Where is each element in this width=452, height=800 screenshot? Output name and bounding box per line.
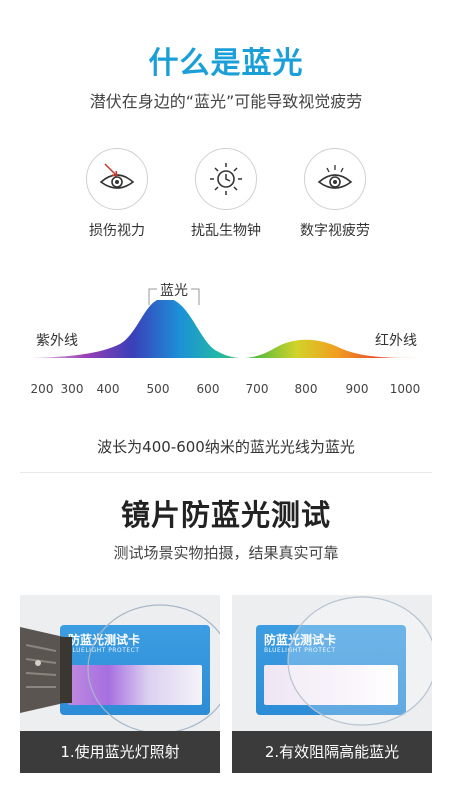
wavelength-axis: 200 300 400 500 600 700 800 900 1000	[0, 382, 452, 398]
lens-outline	[287, 596, 432, 726]
tick-label: 500	[146, 382, 170, 396]
tick-label: 1000	[389, 382, 421, 396]
test-photo-2: 防蓝光测试卡 BLUELIGHT PROTECT 2.有效阻隔高能蓝光	[232, 595, 432, 773]
tick-label: 900	[345, 382, 369, 396]
icon-item-digital-fatigue: 数字视疲劳	[275, 148, 395, 240]
eye-arrow-icon	[86, 148, 148, 210]
section-divider	[20, 472, 432, 473]
caption-2: 2.有效阻隔高能蓝光	[232, 731, 432, 773]
icon-item-vision-damage: 损伤视力	[57, 148, 177, 240]
sun-clock-icon	[195, 148, 257, 210]
test-photo-1: 防蓝光测试卡 BLUELIGHT PROTECT 1.使用蓝光灯照射	[20, 595, 220, 773]
icon-label: 扰乱生物钟	[191, 223, 261, 239]
digital-eye-icon	[304, 148, 366, 210]
tick-label: 600	[196, 382, 220, 396]
section-subtitle: 测试场景实物拍摄，结果真实可靠	[113, 544, 339, 562]
flashlight-icon	[20, 627, 72, 713]
tick-label: 400	[96, 382, 120, 396]
section-subtitle: 潜伏在身边的“蓝光”可能导致视觉疲劳	[89, 92, 363, 111]
ir-label: 红外线	[375, 333, 417, 349]
tick-label: 300	[60, 382, 84, 396]
lens-outline	[87, 604, 220, 734]
tick-label: 800	[294, 382, 318, 396]
peak-label: 蓝光	[157, 280, 191, 300]
uv-label: 紫外线	[36, 333, 78, 349]
icon-label: 损伤视力	[89, 223, 145, 239]
section-title-blue-light: 什么是蓝光	[148, 46, 304, 81]
wavelength-note: 波长为400-600纳米的蓝光光线为蓝光	[97, 438, 355, 456]
section-title-lens-test: 镜片防蓝光测试	[120, 498, 331, 532]
caption-1: 1.使用蓝光灯照射	[20, 731, 220, 773]
icon-label: 数字视疲劳	[300, 223, 370, 239]
tick-label: 700	[245, 382, 269, 396]
icon-item-biological-clock: 扰乱生物钟	[166, 148, 286, 240]
tick-label: 200	[30, 382, 54, 396]
